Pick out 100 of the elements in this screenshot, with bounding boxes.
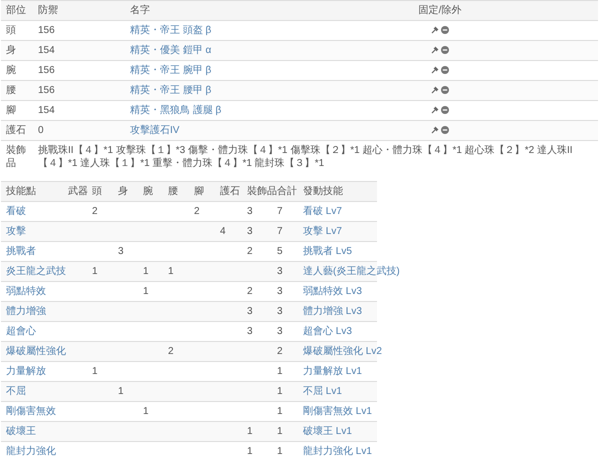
skill-link[interactable]: 弱點特效 Lv3 bbox=[303, 286, 362, 297]
table-cell: 頭 bbox=[6, 25, 16, 36]
table-cell: 1 bbox=[277, 386, 283, 397]
table-cell: 1 bbox=[143, 266, 149, 277]
skill-link[interactable]: 超會心 Lv3 bbox=[303, 326, 352, 337]
column-header: 名字 bbox=[130, 5, 150, 16]
skill-link[interactable]: 挑戰者 Lv5 bbox=[303, 246, 352, 257]
table-cell: 2 bbox=[247, 286, 253, 297]
table-cell: 4 bbox=[220, 226, 226, 237]
table-cell: 156 bbox=[38, 25, 55, 36]
pin-icon[interactable] bbox=[431, 106, 439, 114]
column-header: 裝飾品 bbox=[247, 186, 277, 197]
table-cell: 1 bbox=[277, 366, 283, 377]
table-cell: 身 bbox=[6, 45, 16, 56]
table-cell: 2 bbox=[194, 206, 200, 217]
skill-link[interactable]: 龍封力強化 bbox=[6, 446, 56, 457]
pin-icon[interactable] bbox=[431, 126, 439, 134]
table-cell: 1 bbox=[118, 386, 124, 397]
decoration-list: 挑戰珠II【４】*1 攻擊珠【１】*3 傷擊・體力珠【４】*1 傷擊珠【２】*1 超心・體力珠【４】*1 超心珠【２】*2 達人珠II【４】*1 達人珠【１】*1 重擊・體力珠【４】*1 龍封珠【３】*1 bbox=[38, 144, 593, 170]
table-cell: 7 bbox=[277, 206, 283, 217]
table-cell: 3 bbox=[247, 326, 253, 337]
remove-icon[interactable] bbox=[441, 66, 449, 74]
skill-link[interactable]: 破壞王 bbox=[6, 426, 36, 437]
table-cell: 154 bbox=[38, 45, 55, 56]
column-header: 合計 bbox=[277, 186, 297, 197]
column-header: 技能點 bbox=[6, 186, 36, 197]
skill-link[interactable]: 力量解放 Lv1 bbox=[303, 366, 362, 377]
table-cell: 3 bbox=[247, 306, 253, 317]
table-cell: 3 bbox=[277, 306, 283, 317]
table-cell: 3 bbox=[247, 206, 253, 217]
table-cell: 3 bbox=[277, 326, 283, 337]
armor-link[interactable]: 攻擊護石IV bbox=[130, 125, 180, 136]
table-cell: 7 bbox=[277, 226, 283, 237]
skill-link[interactable]: 力量解放 bbox=[6, 366, 46, 377]
skill-link[interactable]: 看破 Lv7 bbox=[303, 206, 342, 217]
skill-link[interactable]: 不屈 bbox=[6, 386, 26, 397]
skill-link[interactable]: 攻擊 Lv7 bbox=[303, 226, 342, 237]
skill-link[interactable]: 體力增強 Lv3 bbox=[303, 306, 362, 317]
pin-icon[interactable] bbox=[431, 26, 439, 34]
column-header: 身 bbox=[118, 186, 128, 197]
column-header: 頭 bbox=[92, 186, 102, 197]
column-header: 固定/除外 bbox=[418, 5, 462, 16]
table-cell: 腕 bbox=[6, 65, 16, 76]
column-header: 武器 bbox=[68, 186, 88, 197]
remove-icon[interactable] bbox=[441, 46, 449, 54]
table-cell: 護石 bbox=[6, 125, 26, 136]
armor-link[interactable]: 精英・帝王 腕甲 β bbox=[130, 65, 212, 76]
skill-link[interactable]: 剛傷害無效 bbox=[6, 406, 56, 417]
armor-link[interactable]: 精英・黑狼鳥 護腿 β bbox=[130, 105, 222, 116]
armor-link[interactable]: 精英・帝王 腰甲 β bbox=[130, 85, 212, 96]
table-cell: 2 bbox=[247, 246, 253, 257]
table-cell: 154 bbox=[38, 105, 55, 116]
armor-link[interactable]: 精英・優美 鎧甲 α bbox=[130, 45, 212, 56]
table-cell: 腰 bbox=[6, 85, 16, 96]
pin-icon[interactable] bbox=[431, 86, 439, 94]
skill-link[interactable]: 炎王龍之武技 bbox=[6, 266, 66, 277]
skill-link[interactable]: 龍封力強化 Lv1 bbox=[303, 446, 372, 457]
column-header: 護石 bbox=[220, 186, 240, 197]
table-cell: 3 bbox=[277, 286, 283, 297]
table-cell: 1 bbox=[247, 426, 253, 437]
skill-link[interactable]: 爆破屬性強化 bbox=[6, 346, 66, 357]
remove-icon[interactable] bbox=[441, 26, 449, 34]
skill-link[interactable]: 剛傷害無效 Lv1 bbox=[303, 406, 372, 417]
table-cell: 2 bbox=[168, 346, 174, 357]
table-cell: 3 bbox=[277, 266, 283, 277]
column-header: 腰 bbox=[168, 186, 178, 197]
table-cell: 5 bbox=[277, 246, 283, 257]
table-cell: 1 bbox=[92, 266, 98, 277]
column-header: 部位 bbox=[6, 5, 26, 16]
skill-link[interactable]: 攻擊 bbox=[6, 226, 26, 237]
table-cell: 1 bbox=[168, 266, 174, 277]
table-cell: 156 bbox=[38, 65, 55, 76]
pin-icon[interactable] bbox=[431, 46, 439, 54]
column-header: 腕 bbox=[143, 186, 153, 197]
skill-link[interactable]: 弱點特效 bbox=[6, 286, 46, 297]
remove-icon[interactable] bbox=[441, 126, 449, 134]
skill-link[interactable]: 體力增強 bbox=[6, 306, 46, 317]
skill-link[interactable]: 爆破屬性強化 Lv2 bbox=[303, 346, 382, 357]
table-cell: 156 bbox=[38, 85, 55, 96]
skill-link[interactable]: 超會心 bbox=[6, 326, 36, 337]
column-header: 防禦 bbox=[38, 5, 58, 16]
skill-link[interactable]: 達人藝(炎王龍之武技) bbox=[303, 266, 400, 277]
skill-link[interactable]: 破壞王 Lv1 bbox=[303, 426, 352, 437]
armor-link[interactable]: 精英・帝王 頭盔 β bbox=[130, 25, 212, 36]
table-cell: 1 bbox=[247, 446, 253, 457]
table-cell: 1 bbox=[92, 366, 98, 377]
table-cell: 腳 bbox=[6, 105, 16, 116]
pin-icon[interactable] bbox=[431, 66, 439, 74]
row-label: 裝飾品 bbox=[6, 144, 27, 170]
skill-link[interactable]: 不屈 Lv1 bbox=[303, 386, 342, 397]
column-header: 腳 bbox=[194, 186, 204, 197]
table-cell: 2 bbox=[92, 206, 98, 217]
column-header: 發動技能 bbox=[303, 186, 343, 197]
skill-link[interactable]: 看破 bbox=[6, 206, 26, 217]
remove-icon[interactable] bbox=[441, 86, 449, 94]
skill-link[interactable]: 挑戰者 bbox=[6, 246, 36, 257]
table-cell: 2 bbox=[277, 346, 283, 357]
remove-icon[interactable] bbox=[441, 106, 449, 114]
table-cell: 1 bbox=[143, 406, 149, 417]
table-cell: 1 bbox=[277, 406, 283, 417]
